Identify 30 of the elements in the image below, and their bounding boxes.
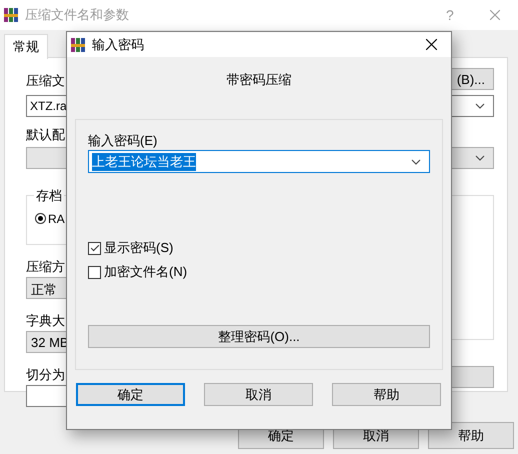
chevron-icon [411,158,421,164]
field-label: 默认配 [26,126,65,142]
dialog-title: 输入密码 [92,36,145,54]
close-icon[interactable] [426,39,436,50]
list-box[interactable] [450,195,494,340]
archive-icon [3,7,19,23]
archive-icon [70,36,86,52]
dialog-button[interactable]: 帮助 [428,422,514,449]
chevron-icon [475,155,485,161]
chevron-icon [475,103,485,109]
dialog-button[interactable]: 帮助 [332,383,441,406]
checkbox-option[interactable]: 加密文件名(N) [88,263,430,281]
dialog-button[interactable]: 确定 [76,383,185,406]
checkbox[interactable] [88,266,101,278]
organize-passwords-button[interactable]: 整理密码(O)... [88,325,430,348]
field-label: 输入密码(E) [88,132,158,150]
field-label: 切分为 [26,366,65,384]
field-label: 压缩文 [26,72,65,90]
dialog-button[interactable]: 取消 [204,383,313,406]
password-field[interactable]: 上老王论坛当老王 [88,150,430,173]
format-radio[interactable]: RA [35,212,65,226]
dialog-heading: 带密码压缩 [226,71,292,89]
group-title: 存档 [34,187,64,205]
field-label: 字典大 [26,312,65,330]
checkbox[interactable] [88,242,101,254]
window-title: 压缩文件名和参数 [25,6,130,24]
field-label: 压缩方 [26,258,65,276]
tab[interactable]: 常规 [4,34,48,59]
checkbox-option[interactable]: 显示密码(S) [88,239,430,257]
options-button[interactable] [450,366,494,388]
